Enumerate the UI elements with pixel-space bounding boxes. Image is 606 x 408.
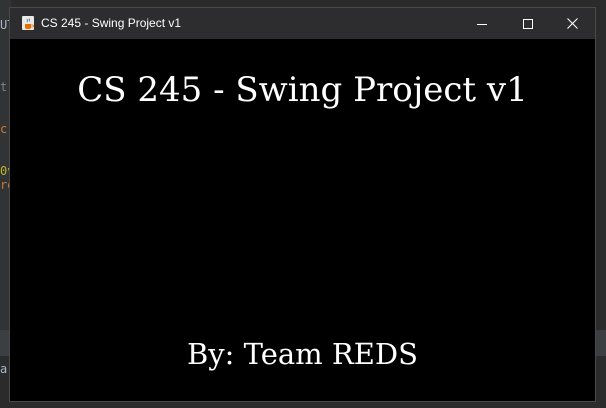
java-cup-icon <box>20 15 36 31</box>
window-title: CS 245 - Swing Project v1 <box>41 16 182 30</box>
maximize-button[interactable] <box>505 8 551 39</box>
window-titlebar[interactable]: CS 245 - Swing Project v1 <box>10 8 595 39</box>
close-button[interactable] <box>549 8 595 39</box>
close-icon <box>566 18 578 29</box>
project-heading: CS 245 - Swing Project v1 <box>77 70 528 110</box>
swing-window[interactable]: CS 245 - Swing Project v1 CS 245 - Swing… <box>10 8 595 401</box>
minimize-icon <box>477 19 487 29</box>
maximize-icon <box>523 18 533 29</box>
minimize-button[interactable] <box>459 8 505 39</box>
content-panel: CS 245 - Swing Project v1 By: Team REDS <box>10 39 595 401</box>
team-byline: By: Team REDS <box>186 337 419 371</box>
